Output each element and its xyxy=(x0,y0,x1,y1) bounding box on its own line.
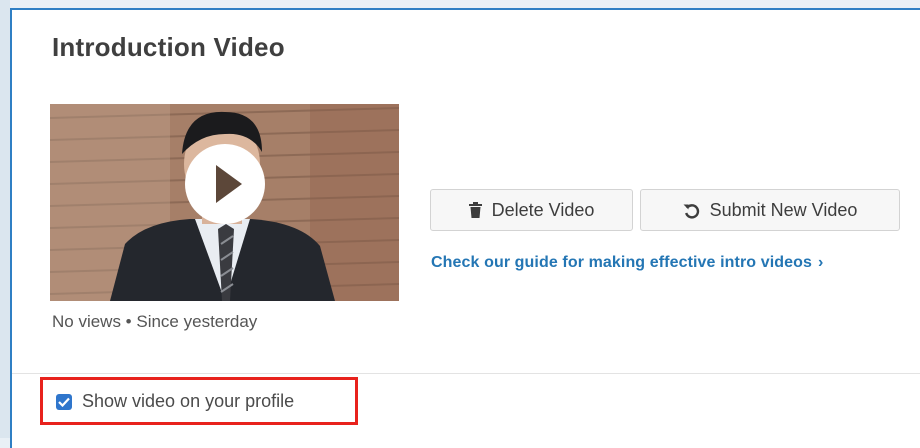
show-on-profile-option[interactable]: Show video on your profile xyxy=(56,391,294,412)
submit-new-video-label: Submit New Video xyxy=(709,199,858,220)
show-on-profile-checkbox[interactable] xyxy=(56,393,72,410)
submit-new-video-button[interactable]: Submit New Video xyxy=(640,189,900,231)
delete-video-label: Delete Video xyxy=(491,199,595,220)
intro-video-guide-link[interactable]: Check our guide for making effective int… xyxy=(431,254,823,272)
section-title: Introduction Video xyxy=(52,32,285,62)
video-stats: No views • Since yesterday xyxy=(52,312,258,331)
page-background xyxy=(0,0,10,438)
trash-icon xyxy=(468,202,482,218)
chevron-right-icon: › xyxy=(817,254,824,271)
check-icon xyxy=(58,397,70,407)
intro-video-card: Introduction Video No views • Since yest… xyxy=(10,8,920,448)
guide-link-text: Check our guide for making effective int… xyxy=(431,254,812,271)
delete-video-button[interactable]: Delete Video xyxy=(430,189,633,231)
show-on-profile-label: Show video on your profile xyxy=(82,391,295,411)
undo-icon xyxy=(683,202,700,219)
section-divider xyxy=(12,373,920,374)
video-thumbnail[interactable] xyxy=(50,104,399,301)
video-thumbnail-image xyxy=(50,104,399,301)
